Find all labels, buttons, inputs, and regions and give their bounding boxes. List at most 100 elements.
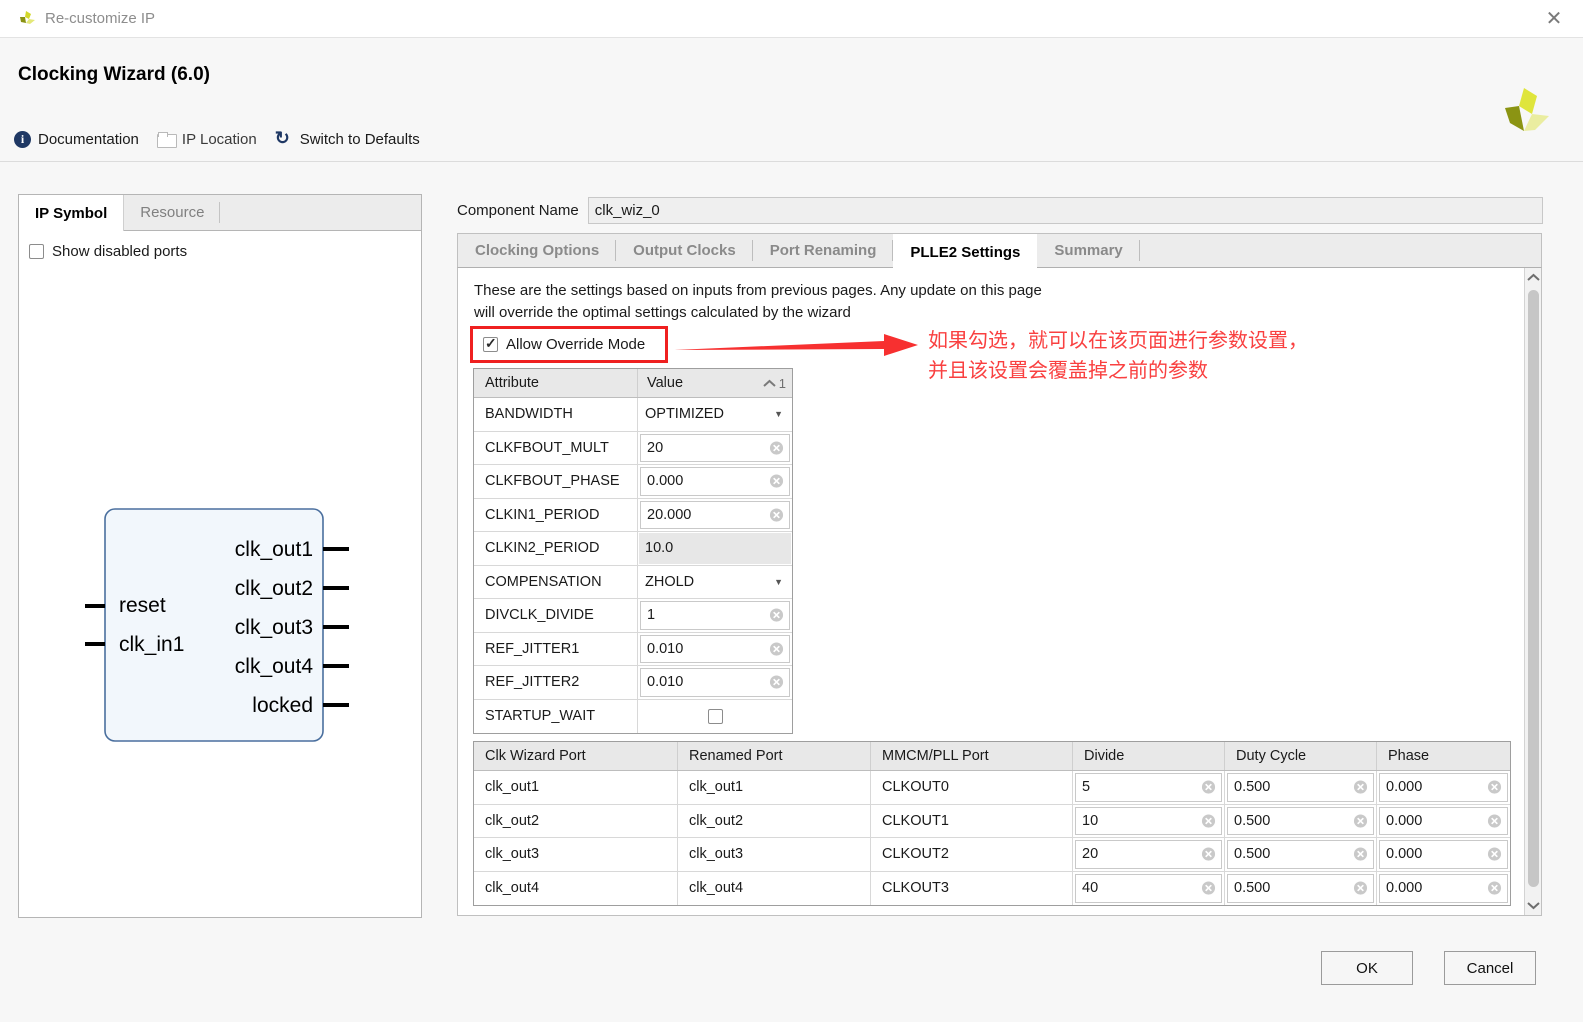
- tab-clocking-options[interactable]: Clocking Options: [458, 234, 616, 267]
- table-row[interactable]: CLKFBOUT_MULT 20: [474, 432, 792, 466]
- duty-cycle-input[interactable]: 0.500: [1227, 807, 1374, 836]
- table-row[interactable]: BANDWIDTH OPTIMIZED ▼: [474, 398, 792, 432]
- phase-input[interactable]: 0.000: [1379, 840, 1508, 869]
- clear-field-icon[interactable]: [1353, 847, 1368, 862]
- clear-field-icon[interactable]: [1353, 881, 1368, 896]
- clear-field-icon[interactable]: [1487, 780, 1502, 795]
- column-header-duty-cycle[interactable]: Duty Cycle: [1225, 742, 1377, 770]
- phase-input[interactable]: 0.000: [1379, 807, 1508, 836]
- tab-plle2-settings[interactable]: PLLE2 Settings: [893, 234, 1037, 270]
- startup-wait-cell[interactable]: [638, 709, 792, 724]
- clear-field-icon[interactable]: [769, 507, 784, 522]
- divide-cell[interactable]: 20: [1073, 838, 1225, 871]
- panel-vertical-scrollbar[interactable]: [1524, 268, 1541, 915]
- attribute-value-cell[interactable]: ZHOLD ▼: [638, 566, 792, 599]
- component-name-input[interactable]: [588, 197, 1543, 224]
- column-header-clk-wizard-port[interactable]: Clk Wizard Port: [474, 742, 678, 770]
- divide-cell[interactable]: 10: [1073, 805, 1225, 838]
- bandwidth-combobox[interactable]: OPTIMIZED ▼: [639, 399, 791, 430]
- table-row[interactable]: clk_out3 clk_out3 CLKOUT2 20 0.500 0.000: [474, 838, 1510, 872]
- phase-input[interactable]: 0.000: [1379, 773, 1508, 802]
- attribute-value-cell[interactable]: OPTIMIZED ▼: [638, 398, 792, 431]
- duty-cycle-input[interactable]: 0.500: [1227, 773, 1374, 802]
- compensation-combobox[interactable]: ZHOLD ▼: [639, 567, 791, 598]
- phase-cell[interactable]: 0.000: [1377, 838, 1510, 871]
- attribute-value-cell[interactable]: 0.010: [638, 633, 792, 666]
- clear-field-icon[interactable]: [1201, 813, 1216, 828]
- table-row[interactable]: COMPENSATION ZHOLD ▼: [474, 566, 792, 600]
- toolbar-item-switch-to-defaults[interactable]: ↻ Switch to Defaults: [275, 130, 420, 148]
- duty-cycle-input[interactable]: 0.500: [1227, 840, 1374, 869]
- attribute-value-cell[interactable]: 20: [638, 432, 792, 465]
- clear-field-icon[interactable]: [769, 641, 784, 656]
- table-row[interactable]: CLKFBOUT_PHASE 0.000: [474, 465, 792, 499]
- column-header-value[interactable]: Value 1: [638, 369, 792, 397]
- scrollbar-thumb[interactable]: [1528, 290, 1539, 887]
- allow-override-mode-checkbox[interactable]: [483, 337, 498, 352]
- close-icon[interactable]: ✕: [1525, 0, 1583, 37]
- startup-wait-checkbox[interactable]: [708, 709, 723, 724]
- divide-cell[interactable]: 40: [1073, 872, 1225, 906]
- clear-field-icon[interactable]: [1201, 780, 1216, 795]
- tab-output-clocks[interactable]: Output Clocks: [616, 234, 753, 267]
- tab-ip-symbol[interactable]: IP Symbol: [19, 195, 124, 231]
- duty-cycle-cell[interactable]: 0.500: [1225, 872, 1377, 906]
- clkfbout-mult-input[interactable]: 20: [640, 434, 790, 463]
- toolbar-item-documentation[interactable]: i Documentation: [14, 131, 139, 148]
- attribute-value-cell[interactable]: 0.010: [638, 666, 792, 699]
- table-row[interactable]: REF_JITTER2 0.010: [474, 666, 792, 700]
- clear-field-icon[interactable]: [1201, 847, 1216, 862]
- clear-field-icon[interactable]: [769, 474, 784, 489]
- table-row[interactable]: REF_JITTER1 0.010: [474, 633, 792, 667]
- column-header-phase[interactable]: Phase: [1377, 742, 1510, 770]
- toolbar-item-ip-location[interactable]: IP Location: [157, 131, 257, 148]
- clear-field-icon[interactable]: [1487, 813, 1502, 828]
- column-header-divide[interactable]: Divide: [1073, 742, 1225, 770]
- clear-field-icon[interactable]: [769, 608, 784, 623]
- divide-input[interactable]: 20: [1075, 840, 1222, 869]
- table-row[interactable]: clk_out2 clk_out2 CLKOUT1 10 0.500 0.000: [474, 805, 1510, 839]
- clear-field-icon[interactable]: [1353, 813, 1368, 828]
- duty-cycle-cell[interactable]: 0.500: [1225, 771, 1377, 804]
- divclk-divide-input[interactable]: 1: [640, 601, 790, 630]
- table-row[interactable]: DIVCLK_DIVIDE 1: [474, 599, 792, 633]
- table-row[interactable]: STARTUP_WAIT: [474, 700, 792, 734]
- clear-field-icon[interactable]: [769, 440, 784, 455]
- column-header-renamed-port[interactable]: Renamed Port: [678, 742, 871, 770]
- ref-jitter1-input[interactable]: 0.010: [640, 635, 790, 664]
- divide-input[interactable]: 5: [1075, 773, 1222, 802]
- divide-input[interactable]: 10: [1075, 807, 1222, 836]
- phase-cell[interactable]: 0.000: [1377, 805, 1510, 838]
- clear-field-icon[interactable]: [1353, 780, 1368, 795]
- phase-input[interactable]: 0.000: [1379, 874, 1508, 904]
- attribute-value-cell[interactable]: [638, 700, 792, 734]
- duty-cycle-input[interactable]: 0.500: [1227, 874, 1374, 904]
- table-row[interactable]: clk_out1 clk_out1 CLKOUT0 5 0.500 0.000: [474, 771, 1510, 805]
- duty-cycle-cell[interactable]: 0.500: [1225, 805, 1377, 838]
- duty-cycle-cell[interactable]: 0.500: [1225, 838, 1377, 871]
- phase-cell[interactable]: 0.000: [1377, 872, 1510, 906]
- clear-field-icon[interactable]: [1201, 881, 1216, 896]
- attribute-value-cell[interactable]: 0.000: [638, 465, 792, 498]
- ref-jitter2-input[interactable]: 0.010: [640, 668, 790, 697]
- column-header-attribute[interactable]: Attribute: [474, 369, 638, 397]
- tab-summary[interactable]: Summary: [1037, 234, 1139, 267]
- clkfbout-phase-input[interactable]: 0.000: [640, 467, 790, 496]
- column-header-mmcm-pll-port[interactable]: MMCM/PLL Port: [871, 742, 1073, 770]
- table-row[interactable]: CLKIN1_PERIOD 20.000: [474, 499, 792, 533]
- tab-resource[interactable]: Resource: [124, 195, 220, 230]
- scroll-down-button[interactable]: [1525, 897, 1541, 914]
- cancel-button[interactable]: Cancel: [1444, 951, 1536, 985]
- clear-field-icon[interactable]: [1487, 847, 1502, 862]
- phase-cell[interactable]: 0.000: [1377, 771, 1510, 804]
- attribute-value-cell[interactable]: 1: [638, 599, 792, 632]
- scroll-up-button[interactable]: [1525, 269, 1541, 286]
- divide-cell[interactable]: 5: [1073, 771, 1225, 804]
- ok-button[interactable]: OK: [1321, 951, 1413, 985]
- clkin1-period-input[interactable]: 20.000: [640, 501, 790, 530]
- clear-field-icon[interactable]: [769, 675, 784, 690]
- clear-field-icon[interactable]: [1487, 881, 1502, 896]
- tab-port-renaming[interactable]: Port Renaming: [753, 234, 894, 267]
- table-row[interactable]: clk_out4 clk_out4 CLKOUT3 40 0.500 0.000: [474, 872, 1510, 906]
- divide-input[interactable]: 40: [1075, 874, 1222, 904]
